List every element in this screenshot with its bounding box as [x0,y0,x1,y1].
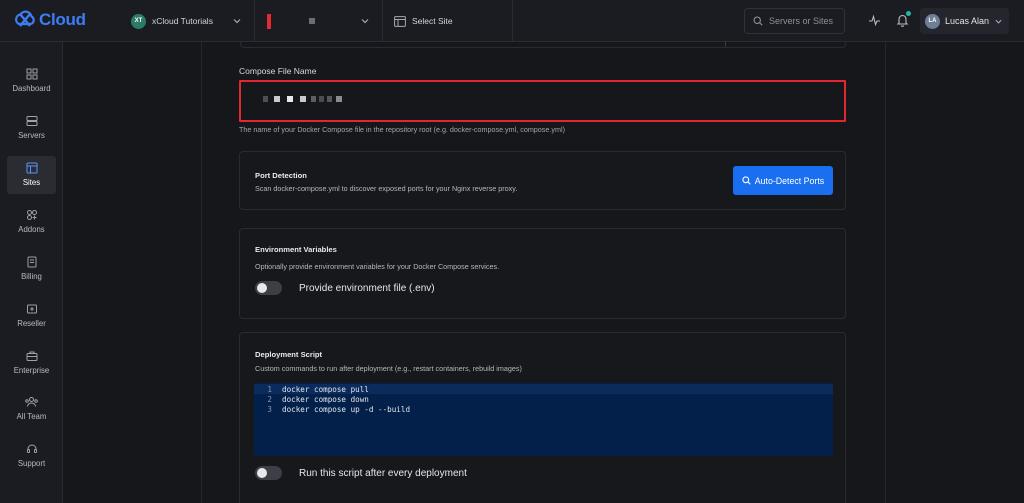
sidebar-item-label: Support [17,459,46,468]
editor-line: 3 docker compose up -d --build [254,404,833,414]
sidebar-item-dashboard[interactable]: Dashboard [7,62,56,100]
reseller-icon [26,304,37,314]
sites-icon [26,162,37,174]
right-gutter [885,42,1024,503]
left-gutter [63,42,202,503]
sidebar-item-label: Reseller [17,319,46,328]
auto-detect-ports-button[interactable]: Auto-Detect Ports [733,166,833,195]
code-line: docker compose pull [282,384,369,394]
compose-file-input[interactable] [239,80,846,122]
previous-card-edge [240,41,846,48]
sidebar-item-billing[interactable]: Billing [7,250,56,288]
user-menu[interactable]: LA Lucas Alan [920,8,1009,34]
editor-line: 2 docker compose down [254,394,833,404]
dashboard-icon [26,68,37,80]
sidebar-item-support[interactable]: Support [7,437,56,475]
deploy-script-title: Deployment Script [255,350,323,359]
chevron-down-icon [233,19,241,24]
sidebar-item-reseller[interactable]: Reseller [7,297,56,335]
team-icon [25,397,38,407]
compose-file-hint: The name of your Docker Compose file in … [239,125,565,134]
auto-detect-ports-label: Auto-Detect Ports [754,175,825,186]
port-detection-card: Port Detection Scan docker-compose.yml t… [239,151,846,210]
search-icon [753,16,763,26]
sites-icon [394,15,406,27]
env-file-toggle[interactable] [255,281,282,295]
sidebar-item-enterprise[interactable]: Enterprise [7,344,56,382]
port-detection-title: Port Detection [255,171,307,180]
sidebar-item-label: Servers [18,131,45,140]
search-icon [742,176,751,185]
enterprise-icon [26,351,37,361]
env-file-toggle-label: Provide environment file (.env) [299,283,435,294]
sidebar-item-label: All Team [16,412,47,421]
global-search[interactable]: Servers or Sites [744,8,845,34]
line-number: 2 [267,394,272,404]
team-selector[interactable]: XT xCloud Tutorials [118,0,255,42]
sidebar-item-addons[interactable]: Addons [7,203,56,241]
servers-icon [26,116,37,126]
app-name: Cloud [39,10,86,29]
activity-icon[interactable] [868,14,881,27]
chevron-down-icon [361,19,369,24]
sidebar-item-all-team[interactable]: All Team [7,390,56,428]
server-status-indicator [267,13,271,29]
chevron-down-icon [995,19,1002,24]
top-bar: Cloud XT xCloud Tutorials Select Site Se… [0,0,1024,42]
run-script-toggle[interactable] [255,466,282,480]
sidebar-item-label: Billing [21,272,42,281]
env-vars-title: Environment Variables [255,245,337,254]
notification-dot [906,11,911,16]
editor-line: 1 docker compose pull [254,384,833,394]
sidebar-item-label: Dashboard [12,84,51,93]
line-number: 3 [267,404,272,414]
line-number: 1 [267,384,272,394]
code-line: docker compose up -d --build [282,404,411,414]
billing-icon [27,256,36,268]
site-selector[interactable]: Select Site [383,0,513,42]
port-detection-description: Scan docker-compose.yml to discover expo… [255,184,518,193]
main-content: Compose File Name The name of your Docke… [63,41,1024,503]
avatar: LA [925,13,940,29]
server-selector[interactable] [255,0,383,42]
cloud-logo-icon [15,10,35,27]
run-script-toggle-label: Run this script after every deployment [299,468,467,479]
sidebar: Dashboard Servers Sites Addons Billing R… [0,42,63,503]
sidebar-item-label: Addons [18,225,45,234]
environment-variables-card: Environment Variables Optionally provide… [239,228,846,319]
app-logo[interactable]: Cloud [14,9,86,31]
redacted-value [263,96,342,102]
addons-icon [26,210,37,220]
sidebar-item-servers[interactable]: Servers [7,109,56,147]
env-vars-description: Optionally provide environment variables… [255,262,500,271]
code-line: docker compose down [282,394,369,404]
sidebar-item-sites[interactable]: Sites [7,156,56,194]
user-name: Lucas Alan [945,16,990,26]
deployment-script-card: Deployment Script Custom commands to run… [239,332,846,503]
script-editor[interactable]: 1 docker compose pull 2 docker compose d… [254,383,833,456]
deploy-script-description: Custom commands to run after deployment … [255,364,522,373]
search-placeholder: Servers or Sites [769,16,834,26]
redacted-server-name [309,18,315,24]
compose-file-label: Compose File Name [239,66,317,76]
support-icon [26,444,37,453]
sidebar-item-label: Sites [22,178,41,187]
team-avatar: XT [131,13,146,29]
divider [725,41,726,47]
site-selector-label: Select Site [412,16,453,26]
sidebar-item-label: Enterprise [13,366,50,375]
team-name: xCloud Tutorials [152,16,213,26]
